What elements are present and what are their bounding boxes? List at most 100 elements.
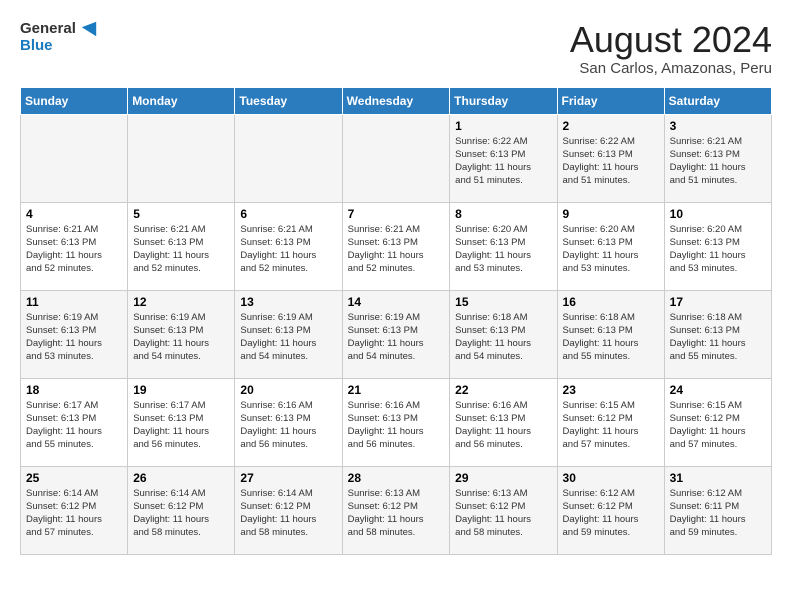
day-info: Sunrise: 6:18 AMSunset: 6:13 PMDaylight:…: [670, 311, 766, 364]
title-block: August 2024 San Carlos, Amazonas, Peru: [570, 20, 772, 77]
day-number: 18: [26, 383, 122, 397]
week-row-2: 4Sunrise: 6:21 AMSunset: 6:13 PMDaylight…: [21, 202, 772, 290]
day-number: 8: [455, 207, 551, 221]
day-number: 7: [348, 207, 445, 221]
calendar-cell: 19Sunrise: 6:17 AMSunset: 6:13 PMDayligh…: [128, 378, 235, 466]
day-info: Sunrise: 6:12 AMSunset: 6:11 PMDaylight:…: [670, 487, 766, 540]
calendar-cell: 13 Sunrise: 6:19 AMSunset: 6:13 PMDayligh…: [235, 290, 342, 378]
day-info: Sunrise: 6:16 AMSunset: 6:13 PMDaylight:…: [348, 399, 445, 452]
day-info: Sunrise: 6:15 AMSunset: 6:12 PMDaylight:…: [563, 399, 659, 452]
week-row-3: 11 Sunrise: 6:19 AMSunset: 6:13 PMDayligh…: [21, 290, 772, 378]
day-info: Sunrise: 6:17 AMSunset: 6:13 PMDaylight:…: [26, 399, 122, 452]
days-header-row: SundayMondayTuesdayWednesdayThursdayFrid…: [21, 87, 772, 114]
calendar-cell: 1Sunrise: 6:22 AMSunset: 6:13 PMDaylight…: [450, 114, 557, 202]
day-info: Sunrise: 6:13 AMSunset: 6:12 PMDaylight:…: [455, 487, 551, 540]
day-number: 5: [133, 207, 229, 221]
day-header-monday: Monday: [128, 87, 235, 114]
calendar-cell: 5Sunrise: 6:21 AMSunset: 6:13 PMDaylight…: [128, 202, 235, 290]
week-row-4: 18 Sunrise: 6:17 AMSunset: 6:13 PMDayligh…: [21, 378, 772, 466]
calendar-table: SundayMondayTuesdayWednesdayThursdayFrid…: [20, 87, 772, 555]
day-number: 21: [348, 383, 445, 397]
week-row-5: 25Sunrise: 6:14 AMSunset: 6:12 PMDayligh…: [21, 466, 772, 554]
day-number: 30: [563, 471, 659, 485]
day-number: 3: [670, 119, 766, 133]
day-info: Sunrise: 6:19 AMSunset: 6:13 PMDaylight:…: [240, 311, 336, 364]
day-info: Sunrise: 6:14 AMSunset: 6:12 PMDaylight:…: [133, 487, 229, 540]
day-number: 2: [563, 119, 659, 133]
day-info: Sunrise: 6:20 AMSunset: 6:13 PMDaylight:…: [455, 223, 551, 276]
day-header-wednesday: Wednesday: [342, 87, 450, 114]
day-header-thursday: Thursday: [450, 87, 557, 114]
day-info: Sunrise: 6:15 AMSunset: 6:12 PMDaylight:…: [670, 399, 766, 452]
day-info: Sunrise: 6:19 AMSunset: 6:13 PMDaylight:…: [26, 311, 122, 364]
day-number: 6: [240, 207, 336, 221]
calendar-cell: 28 Sunrise: 6:13 AMSunset: 6:12 PMDayligh…: [342, 466, 450, 554]
logo-general: General: [20, 20, 98, 38]
day-number: 10: [670, 207, 766, 221]
day-info: Sunrise: 6:17 AMSunset: 6:13 PMDaylight:…: [133, 399, 229, 452]
day-number: 28: [348, 471, 445, 485]
day-info: Sunrise: 6:21 AMSunset: 6:13 PMDaylight:…: [26, 223, 122, 276]
day-number: 27: [240, 471, 336, 485]
day-number: 23: [563, 383, 659, 397]
calendar-cell: [342, 114, 450, 202]
day-info: Sunrise: 6:19 AMSunset: 6:13 PMDaylight:…: [348, 311, 445, 364]
day-number: 31: [670, 471, 766, 485]
day-info: Sunrise: 6:22 AMSunset: 6:13 PMDaylight:…: [563, 135, 659, 188]
day-header-saturday: Saturday: [664, 87, 771, 114]
calendar-cell: 4Sunrise: 6:21 AMSunset: 6:13 PMDaylight…: [21, 202, 128, 290]
day-info: Sunrise: 6:22 AMSunset: 6:13 PMDaylight:…: [455, 135, 551, 188]
logo-blue: Blue: [20, 38, 98, 55]
calendar-cell: [21, 114, 128, 202]
day-number: 13: [240, 295, 336, 309]
day-number: 14: [348, 295, 445, 309]
calendar-cell: 30 Sunrise: 6:12 AMSunset: 6:12 PMDayligh…: [557, 466, 664, 554]
day-info: Sunrise: 6:12 AMSunset: 6:12 PMDaylight:…: [563, 487, 659, 540]
calendar-cell: 25Sunrise: 6:14 AMSunset: 6:12 PMDayligh…: [21, 466, 128, 554]
calendar-cell: 29 Sunrise: 6:13 AMSunset: 6:12 PMDayligh…: [450, 466, 557, 554]
day-info: Sunrise: 6:21 AMSunset: 6:13 PMDaylight:…: [348, 223, 445, 276]
day-number: 29: [455, 471, 551, 485]
logo: General Blue: [20, 20, 98, 55]
location: San Carlos, Amazonas, Peru: [570, 60, 772, 77]
calendar-cell: 17Sunrise: 6:18 AMSunset: 6:13 PMDayligh…: [664, 290, 771, 378]
calendar-cell: 27 Sunrise: 6:14 AMSunset: 6:12 PMDayligh…: [235, 466, 342, 554]
calendar-cell: 15 Sunrise: 6:18 AMSunset: 6:13 PMDayligh…: [450, 290, 557, 378]
day-number: 9: [563, 207, 659, 221]
day-header-tuesday: Tuesday: [235, 87, 342, 114]
day-info: Sunrise: 6:13 AMSunset: 6:12 PMDaylight:…: [348, 487, 445, 540]
day-number: 20: [240, 383, 336, 397]
day-number: 11: [26, 295, 122, 309]
calendar-cell: 11 Sunrise: 6:19 AMSunset: 6:13 PMDayligh…: [21, 290, 128, 378]
day-info: Sunrise: 6:16 AMSunset: 6:13 PMDaylight:…: [240, 399, 336, 452]
logo-chevron-icon: [80, 20, 98, 38]
day-info: Sunrise: 6:14 AMSunset: 6:12 PMDaylight:…: [240, 487, 336, 540]
day-number: 22: [455, 383, 551, 397]
day-info: Sunrise: 6:21 AMSunset: 6:13 PMDaylight:…: [670, 135, 766, 188]
day-info: Sunrise: 6:19 AMSunset: 6:13 PMDaylight:…: [133, 311, 229, 364]
week-row-1: 1Sunrise: 6:22 AMSunset: 6:13 PMDaylight…: [21, 114, 772, 202]
calendar-cell: [128, 114, 235, 202]
calendar-cell: 8 Sunrise: 6:20 AMSunset: 6:13 PMDaylight…: [450, 202, 557, 290]
page-header: General Blue August 2024 San Carlos, Ama…: [20, 20, 772, 77]
calendar-cell: 22Sunrise: 6:16 AMSunset: 6:13 PMDayligh…: [450, 378, 557, 466]
day-info: Sunrise: 6:14 AMSunset: 6:12 PMDaylight:…: [26, 487, 122, 540]
day-number: 16: [563, 295, 659, 309]
calendar-cell: 16 Sunrise: 6:18 AMSunset: 6:13 PMDayligh…: [557, 290, 664, 378]
calendar-cell: 23 Sunrise: 6:15 AMSunset: 6:12 PMDayligh…: [557, 378, 664, 466]
calendar-cell: 6 Sunrise: 6:21 AMSunset: 6:13 PMDaylight…: [235, 202, 342, 290]
day-info: Sunrise: 6:20 AMSunset: 6:13 PMDaylight:…: [670, 223, 766, 276]
day-header-sunday: Sunday: [21, 87, 128, 114]
calendar-cell: 20 Sunrise: 6:16 AMSunset: 6:13 PMDayligh…: [235, 378, 342, 466]
calendar-cell: [235, 114, 342, 202]
day-info: Sunrise: 6:18 AMSunset: 6:13 PMDaylight:…: [455, 311, 551, 364]
calendar-cell: 3 Sunrise: 6:21 AMSunset: 6:13 PMDaylight…: [664, 114, 771, 202]
calendar-cell: 7 Sunrise: 6:21 AMSunset: 6:13 PMDaylight…: [342, 202, 450, 290]
calendar-cell: 9 Sunrise: 6:20 AMSunset: 6:13 PMDaylight…: [557, 202, 664, 290]
calendar-cell: 18 Sunrise: 6:17 AMSunset: 6:13 PMDayligh…: [21, 378, 128, 466]
calendar-cell: 14 Sunrise: 6:19 AMSunset: 6:13 PMDayligh…: [342, 290, 450, 378]
day-info: Sunrise: 6:21 AMSunset: 6:13 PMDaylight:…: [240, 223, 336, 276]
day-info: Sunrise: 6:18 AMSunset: 6:13 PMDaylight:…: [563, 311, 659, 364]
day-info: Sunrise: 6:20 AMSunset: 6:13 PMDaylight:…: [563, 223, 659, 276]
day-number: 15: [455, 295, 551, 309]
